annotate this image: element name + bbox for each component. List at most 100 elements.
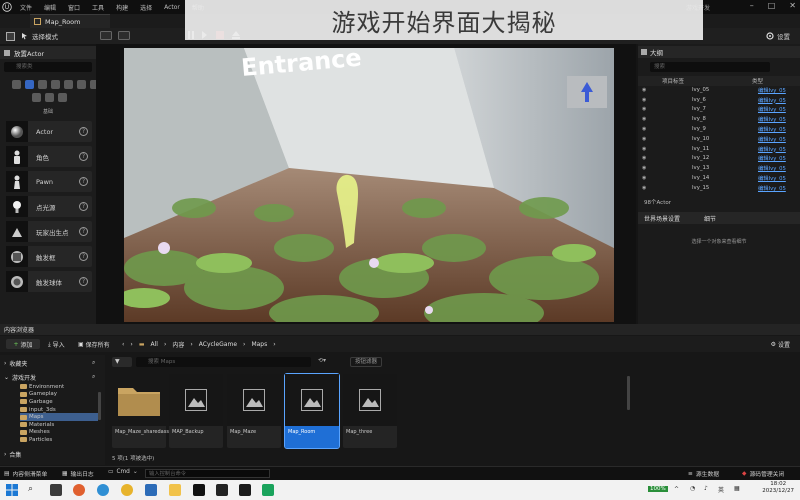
tree-folder-item[interactable]: Meshes <box>20 429 50 437</box>
breadcrumb-item[interactable]: Maps <box>251 341 267 348</box>
outliner-row-type[interactable]: 编辑Ivy_05 <box>758 115 786 123</box>
help-icon[interactable]: ? <box>79 127 88 136</box>
asset-map-tile[interactable]: Map_Maze <box>227 374 281 448</box>
project-header[interactable]: ⌄ 游戏开发 <box>4 373 36 382</box>
outliner-row-type[interactable]: 编辑Ivy_05 <box>758 174 786 182</box>
shapes-category-icon[interactable] <box>51 80 60 89</box>
favorites-header[interactable]: › 收藏夹 <box>4 359 27 368</box>
visibility-eye-icon[interactable]: ◉ <box>642 165 646 171</box>
all-classes-icon[interactable] <box>32 93 41 102</box>
actor-item-trigger-box[interactable]: 触发框 ? <box>6 246 92 267</box>
outliner-row[interactable]: ◉ Ivy_14 编辑Ivy_05 <box>640 174 798 182</box>
visibility-eye-icon[interactable]: ◉ <box>642 87 646 93</box>
outliner-row-type[interactable]: 编辑Ivy_05 <box>758 86 786 94</box>
help-icon[interactable]: ? <box>79 202 88 211</box>
breadcrumb-item[interactable]: ACycleGame <box>199 341 237 348</box>
visibility-eye-icon[interactable]: ◉ <box>642 136 646 142</box>
output-log-button[interactable]: ▦ 输出日志 <box>62 469 94 479</box>
recent-icon[interactable] <box>12 80 21 89</box>
taskbar-clock[interactable]: 18:02 2023/12/27 <box>762 481 794 495</box>
breadcrumb-item[interactable]: 内容 <box>172 340 184 349</box>
menu-window[interactable]: 窗口 <box>68 3 80 12</box>
viewport-scene[interactable]: Entrance <box>124 48 614 322</box>
app3-icon[interactable] <box>239 484 251 496</box>
tree-scrollbar[interactable] <box>98 392 101 420</box>
app-icon[interactable] <box>145 484 157 496</box>
edge-icon[interactable] <box>97 484 109 496</box>
maximize-icon[interactable]: □ <box>768 1 776 10</box>
save-all-button[interactable]: ▣ 保存所有 <box>78 340 110 349</box>
other-category-icon[interactable] <box>58 93 67 102</box>
save-icon[interactable] <box>6 31 15 41</box>
outliner-row-type[interactable]: 编辑Ivy_05 <box>758 96 786 104</box>
menu-edit[interactable]: 编辑 <box>44 3 56 12</box>
forward-icon[interactable]: › <box>130 341 132 348</box>
collections-header[interactable]: › 合集 <box>4 450 21 459</box>
filter-dropdown[interactable]: ▼ <box>112 357 132 367</box>
col-type[interactable]: 类型 <box>752 77 763 85</box>
visibility-eye-icon[interactable]: ◉ <box>642 175 646 181</box>
add-content-icon[interactable] <box>100 31 112 40</box>
tray-chevron-icon[interactable]: ^ <box>674 486 679 493</box>
outliner-row[interactable]: ◉ Ivy_11 编辑Ivy_05 <box>640 145 798 153</box>
outliner-row[interactable]: ◉ Ivy_10 编辑Ivy_05 <box>640 135 798 143</box>
content-drawer-button[interactable]: ▤ 内容侧滑菜单 <box>4 469 47 479</box>
tree-folder-item[interactable]: Particles <box>20 436 52 444</box>
import-button[interactable]: ⤓ 导入 <box>48 340 65 350</box>
outliner-row[interactable]: ◉ Ivy_05 编辑Ivy_05 <box>640 86 798 94</box>
select-mode-button[interactable]: 选择模式 <box>21 31 58 41</box>
add-button[interactable]: + 添加 <box>6 339 40 349</box>
windows-start-icon[interactable] <box>6 484 18 496</box>
menu-select[interactable]: 选择 <box>140 3 152 12</box>
outliner-row[interactable]: ◉ Ivy_8 编辑Ivy_05 <box>640 115 798 123</box>
outliner-row-type[interactable]: 编辑Ivy_05 <box>758 125 786 133</box>
input-method-icon[interactable]: ▦ <box>734 485 740 492</box>
cb-settings-button[interactable]: ⚙ 设置 <box>771 340 790 349</box>
outliner-row-type[interactable]: 编辑Ivy_05 <box>758 154 786 162</box>
help-icon[interactable]: ? <box>79 227 88 236</box>
visual-effects-icon[interactable] <box>77 80 86 89</box>
asset-map-tile[interactable]: MAP_Backup <box>169 374 223 448</box>
outliner-row[interactable]: ◉ Ivy_6 编辑Ivy_05 <box>640 96 798 104</box>
close-icon[interactable]: ✕ <box>789 1 796 10</box>
visibility-eye-icon[interactable]: ◉ <box>642 97 646 103</box>
visibility-eye-icon[interactable]: ◉ <box>642 106 646 112</box>
visibility-eye-icon[interactable]: ◉ <box>642 126 646 132</box>
source-control-button[interactable]: ◆ 源码管理关闭 <box>742 469 784 479</box>
volume-icon[interactable]: ♪ <box>704 485 708 492</box>
outliner-row-type[interactable]: 编辑Ivy_05 <box>758 135 786 143</box>
outliner-row[interactable]: ◉ Ivy_12 编辑Ivy_05 <box>640 154 798 162</box>
tab-details[interactable]: 细节 <box>704 214 716 223</box>
help-icon[interactable]: ? <box>79 152 88 161</box>
cb-search-input[interactable]: 搜索 Maps <box>136 357 311 367</box>
actor-item-player-start[interactable]: 玩家出生点 ? <box>6 221 92 242</box>
help-icon[interactable]: ? <box>79 277 88 286</box>
level-tab[interactable]: Map_Room <box>30 14 110 28</box>
asset-map-tile[interactable]: Map_three <box>343 374 397 448</box>
visibility-eye-icon[interactable]: ◉ <box>642 185 646 191</box>
asset-folder-tile[interactable]: Map_Maze_sharedassets <box>112 374 177 448</box>
cmd-dropdown[interactable]: ▭ Cmd ⌄ <box>108 469 138 475</box>
col-item-label[interactable]: 项目标签 <box>646 77 752 85</box>
actor-item-character[interactable]: 角色 ? <box>6 146 92 167</box>
app2-icon[interactable] <box>216 484 228 496</box>
outliner-row[interactable]: ◉ Ivy_15 编辑Ivy_05 <box>640 184 798 192</box>
basic-category-icon[interactable] <box>25 80 34 89</box>
lights-category-icon[interactable] <box>38 80 47 89</box>
breadcrumb-item[interactable]: All <box>150 341 157 348</box>
settings-button[interactable]: 设置 <box>766 31 790 41</box>
help-icon[interactable]: ? <box>79 252 88 261</box>
actor-item-trigger-sphere[interactable]: 触发球体 ? <box>6 271 92 292</box>
outliner-search[interactable]: 搜索 <box>650 62 770 72</box>
asset-scrollbar[interactable] <box>627 376 630 410</box>
menu-file[interactable]: 文件 <box>20 3 32 12</box>
help-icon[interactable]: ? <box>79 177 88 186</box>
outliner-row-type[interactable]: 编辑Ivy_05 <box>758 105 786 113</box>
search-icon[interactable]: ⌕ <box>92 359 95 367</box>
visibility-eye-icon[interactable]: ◉ <box>642 116 646 122</box>
minimize-icon[interactable]: – <box>750 1 754 10</box>
network-icon[interactable]: ◔ <box>690 485 695 492</box>
blueprint-icon[interactable] <box>118 31 130 40</box>
outliner-row-type[interactable]: 编辑Ivy_05 <box>758 164 786 172</box>
filter-button[interactable]: 按钮滤器 <box>350 357 382 367</box>
